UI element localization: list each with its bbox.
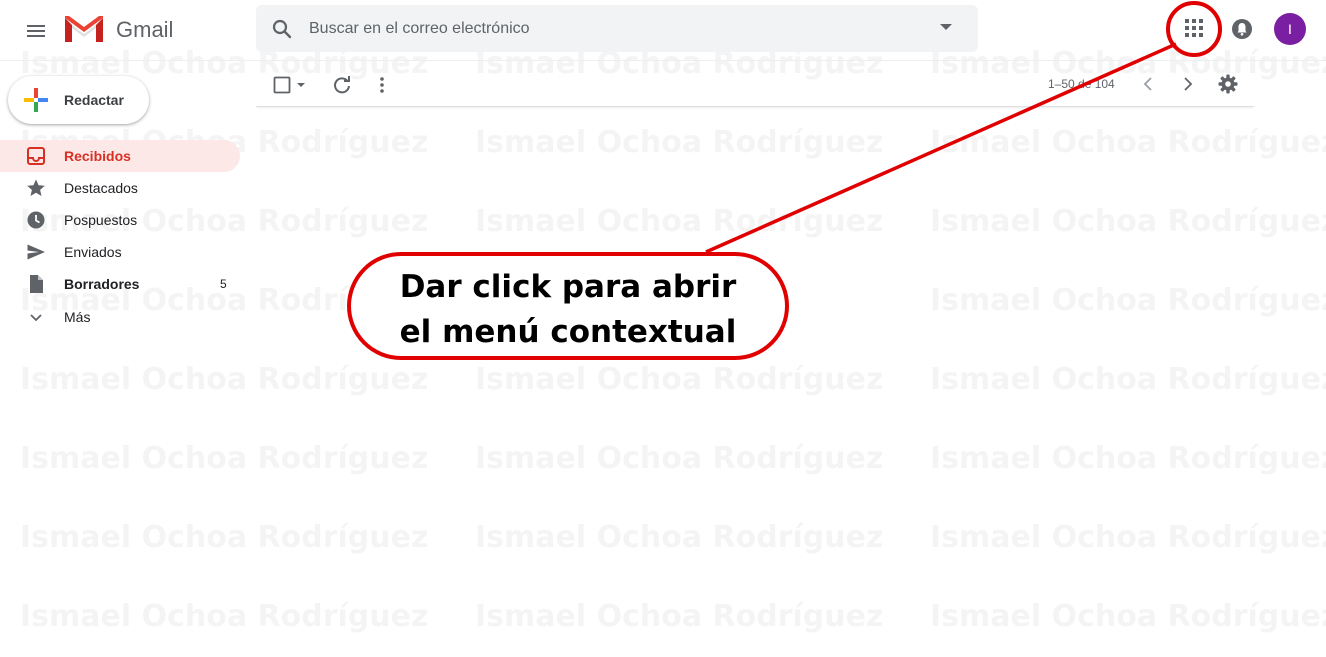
drafts-count: 5 xyxy=(220,277,227,291)
account-avatar[interactable]: I xyxy=(1274,13,1306,45)
sidebar-item-sent[interactable]: Enviados xyxy=(0,236,240,268)
chevron-left-icon[interactable] xyxy=(1140,75,1158,93)
app-name[interactable]: Gmail xyxy=(116,17,173,43)
search-icon[interactable] xyxy=(270,17,294,41)
more-options-icon[interactable] xyxy=(372,75,392,95)
plus-icon xyxy=(24,88,48,112)
chevron-right-icon[interactable] xyxy=(1178,75,1196,93)
send-icon xyxy=(27,244,45,260)
mail-toolbar: 1–50 de 104 xyxy=(256,62,1254,107)
watermark-text: Ismael Ochoa Rodríguez xyxy=(20,362,428,397)
apps-grid-icon[interactable] xyxy=(1180,14,1208,42)
sidebar-item-label: Destacados xyxy=(64,180,138,196)
pagination-text: 1–50 de 104 xyxy=(1048,77,1115,91)
watermark-text: Ismael Ochoa Rodríguez xyxy=(20,520,428,555)
inbox-icon xyxy=(27,147,45,165)
compose-label: Redactar xyxy=(64,92,124,108)
sidebar-item-snoozed[interactable]: Pospuestos xyxy=(0,204,240,236)
clock-icon xyxy=(27,211,45,229)
watermark-text: Ismael Ochoa Rodríguez xyxy=(475,362,883,397)
sidebar-item-inbox[interactable]: Recibidos xyxy=(0,140,240,172)
sidebar-item-label: Recibidos xyxy=(64,148,131,164)
select-all-checkbox[interactable] xyxy=(273,76,291,94)
watermark-text: Ismael Ochoa Rodríguez xyxy=(930,520,1326,555)
sidebar-item-more[interactable]: Más xyxy=(0,301,240,333)
gmail-logo-icon[interactable] xyxy=(64,14,104,44)
sidebar-item-drafts[interactable]: Borradores 5 xyxy=(0,268,240,300)
settings-gear-icon[interactable] xyxy=(1218,74,1238,94)
callout-line-2: el menú contextual xyxy=(399,314,737,350)
watermark-text: Ismael Ochoa Rodríguez xyxy=(930,125,1326,160)
star-icon xyxy=(27,179,45,196)
main-menu-icon[interactable] xyxy=(24,19,48,43)
watermark-text: Ismael Ochoa Rodríguez xyxy=(475,125,883,160)
sidebar-item-label: Más xyxy=(64,309,91,325)
watermark-text: Ismael Ochoa Rodríguez xyxy=(20,599,428,634)
compose-button[interactable]: Redactar xyxy=(8,76,149,124)
watermark-text: Ismael Ochoa Rodríguez xyxy=(930,599,1326,634)
watermark-text: Ismael Ochoa Rodríguez xyxy=(930,362,1326,397)
search-bar[interactable]: Buscar en el correo electrónico xyxy=(256,5,978,52)
select-dropdown-icon[interactable] xyxy=(296,80,306,90)
watermark-text: Ismael Ochoa Rodríguez xyxy=(930,441,1326,476)
top-bar: Gmail Buscar en el correo electrónico I xyxy=(0,0,1326,61)
watermark-text: Ismael Ochoa Rodríguez xyxy=(930,283,1326,318)
annotation-callout: Dar click para abrir el menú contextual xyxy=(347,252,789,360)
sidebar-item-label: Pospuestos xyxy=(64,212,138,228)
watermark-text: Ismael Ochoa Rodríguez xyxy=(475,204,883,239)
sidebar-item-label: Borradores xyxy=(64,276,140,292)
draft-icon xyxy=(30,275,43,293)
notifications-icon[interactable] xyxy=(1230,17,1254,41)
watermark-text: Ismael Ochoa Rodríguez xyxy=(475,599,883,634)
search-input[interactable]: Buscar en el correo electrónico xyxy=(309,20,530,38)
search-options-dropdown-icon[interactable] xyxy=(940,24,952,30)
watermark-text: Ismael Ochoa Rodríguez xyxy=(475,520,883,555)
callout-line-1: Dar click para abrir xyxy=(399,269,737,305)
sidebar-item-starred[interactable]: Destacados xyxy=(0,172,240,204)
watermark-text: Ismael Ochoa Rodríguez xyxy=(475,441,883,476)
refresh-icon[interactable] xyxy=(332,75,352,95)
watermark-text: Ismael Ochoa Rodríguez xyxy=(930,204,1326,239)
watermark-text: Ismael Ochoa Rodríguez xyxy=(20,441,428,476)
sidebar-item-label: Enviados xyxy=(64,244,122,260)
chevron-down-icon xyxy=(30,314,42,322)
